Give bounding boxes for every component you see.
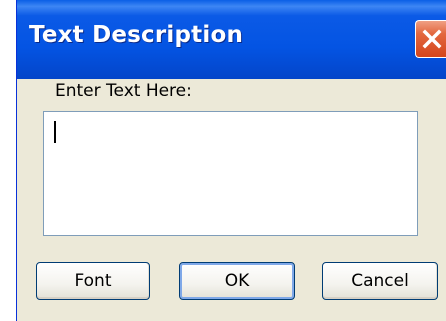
text-caret <box>54 121 56 143</box>
font-button[interactable]: Font <box>36 262 150 300</box>
dialog-title: Text Description <box>29 22 244 48</box>
description-text-field[interactable] <box>43 111 418 236</box>
prompt-label: Enter Text Here: <box>55 81 192 101</box>
close-button[interactable] <box>415 20 446 58</box>
ok-button[interactable]: OK <box>179 262 295 300</box>
close-icon <box>422 29 442 49</box>
cancel-button[interactable]: Cancel <box>322 262 438 300</box>
text-description-dialog: Text Description Enter Text Here: Font O… <box>16 0 446 321</box>
title-bar[interactable]: Text Description <box>17 0 446 79</box>
